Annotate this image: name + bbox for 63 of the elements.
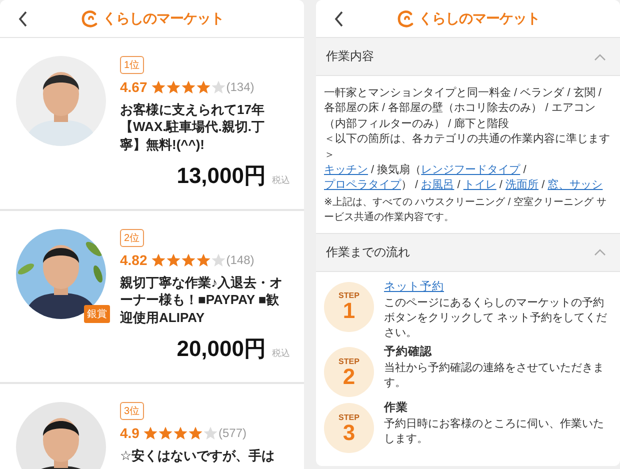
step-title: 作業 (384, 401, 408, 416)
step-title-link[interactable]: ネット予約 (384, 280, 444, 296)
award-badge: 銀賞 (84, 305, 110, 323)
rating-value: 4.9 (120, 425, 140, 441)
price: 13,000円 (176, 162, 266, 190)
star-icon (166, 80, 182, 94)
provider-card[interactable]: 銀賞 2位 4.82 (148) 親切丁寧な作業♪入退去・オーナー様も！■PAYPAY ■歓迎使用ALIPAY 20,000円 税込 (0, 211, 304, 384)
star-icon (196, 252, 212, 268)
category-link[interactable]: 窓、サッシ (548, 179, 603, 192)
star-icon (211, 252, 226, 268)
star-icon (203, 426, 218, 440)
service-title: 親切丁寧な作業♪入退去・オーナー様も！■PAYPAY ■歓迎使用ALIPAY (120, 274, 284, 326)
star-icon (151, 80, 166, 94)
step-description: 予約日時にお客様のところに伺い、作業いたします。 (384, 416, 605, 448)
star-icon (188, 426, 204, 440)
service-title: ☆安くはないですが、手は (120, 447, 275, 464)
step-description: 当社から予約確認の連絡をさせていただきます。 (384, 360, 605, 392)
tax-note: 税込 (272, 174, 290, 187)
chevron-icon (594, 248, 606, 256)
category-link[interactable]: プロペラタイプ (324, 179, 401, 192)
section-header[interactable]: 作業内容 (316, 38, 620, 76)
category-link[interactable]: トイレ (463, 179, 496, 192)
step-badge: STEP 3 (324, 403, 374, 454)
star-icon (143, 426, 158, 440)
section-header[interactable]: 作業までの流れ (316, 234, 620, 272)
star-icon (196, 80, 212, 94)
provider-card[interactable]: 3位 4.9 (577) ☆安くはないですが、手は (0, 384, 304, 469)
content-text: ＜以下の箇所は、各カテゴリの共通の作業内容に準じます＞ (324, 132, 611, 163)
category-link[interactable]: キッチン (324, 164, 368, 176)
star-icon (181, 80, 196, 94)
rating-value: 4.82 (120, 252, 148, 268)
category-link[interactable]: 洗面所 (506, 179, 539, 192)
star-icon (181, 252, 196, 268)
service-title: お客様に支えられて17年【WAX.駐車場代.親切.丁寧】無料!(^^)! (120, 101, 266, 153)
step-description: このページにあるくらしのマーケットの予約ボタンをクリックして ネット予約をしてください。 (384, 296, 608, 341)
logo-text: くらしのマーケット (418, 10, 540, 28)
price: 20,000円 (176, 334, 266, 363)
review-count: (577) (218, 426, 246, 440)
logo-text: くらしのマーケット (102, 10, 224, 28)
note-text: ※上記は、すべての ハウスクリーニング / 空室クリーニング サービス共通の作業内容です。 (324, 196, 608, 225)
category-link[interactable]: お風呂 (421, 179, 454, 192)
provider-card[interactable]: 1位 4.67 (134) お客様に支えられて17年【WAX.駐車場代.親切.丁寧】無料!(^^)! 13,000円 税込 (0, 38, 304, 211)
category-link[interactable]: レンジフードタイプ (421, 164, 520, 176)
chevron-icon (594, 52, 606, 60)
content-text: キッチン / 換気扇（レンジフードタイプ / プロペラタイプ） / お風呂 / トイレ / 洗面所 / 窓、サッシ (324, 162, 604, 194)
rating-value: 4.67 (120, 79, 148, 95)
back-icon[interactable] (334, 11, 344, 27)
rank-badge: 3位 (120, 402, 144, 420)
review-count: (148) (226, 253, 254, 267)
rank-badge: 2位 (120, 229, 144, 247)
content-text: 一軒家とマンションタイプと同一料金 / ベランダ / 玄関 / 各部屋の床 / 各部屋の壁（ホコリ除去のみ） / エアコン（内部フィルターのみ） / 廊下と階段 (324, 86, 602, 132)
star-icon (211, 80, 226, 94)
step-title: 予約確認 (384, 345, 432, 360)
review-count: (134) (226, 80, 254, 94)
rank-badge: 1位 (120, 56, 144, 74)
star-icon (158, 426, 174, 440)
back-icon[interactable] (18, 11, 28, 27)
step-badge: STEP 2 (324, 347, 374, 398)
step-badge: STEP 1 (324, 282, 374, 332)
star-icon (166, 252, 182, 268)
tax-note: 税込 (272, 346, 290, 360)
star-icon (173, 426, 188, 440)
star-icon (151, 252, 166, 268)
